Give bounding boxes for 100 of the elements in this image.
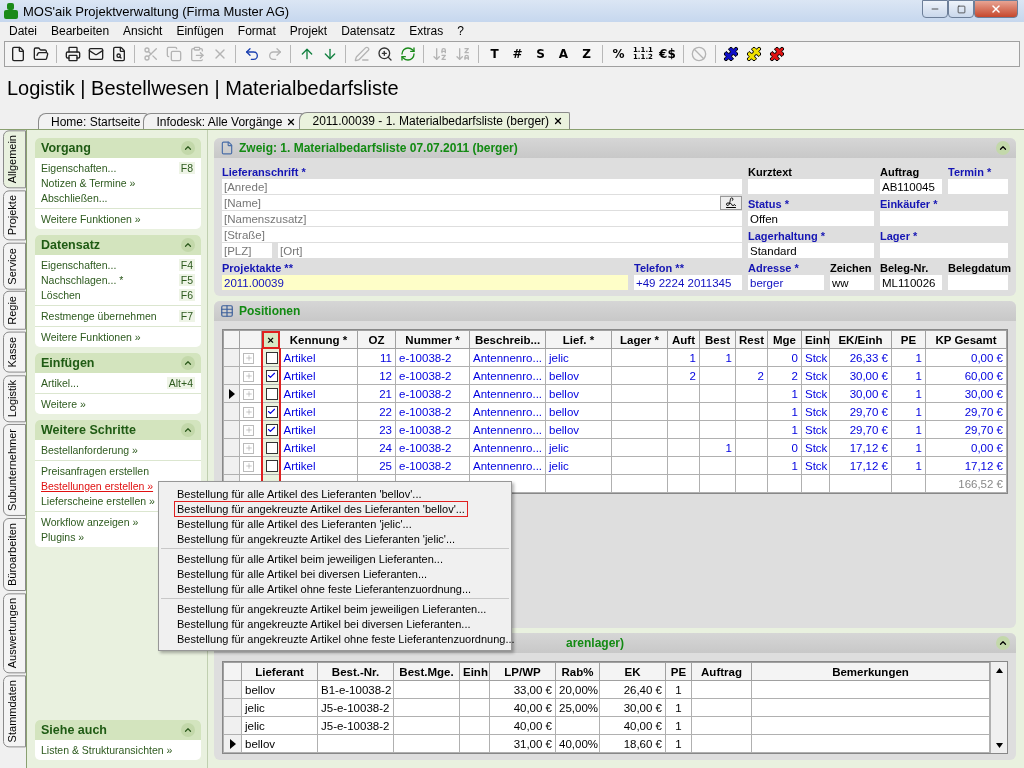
column-header[interactable]: Beschreib... — [469, 330, 546, 349]
column-header[interactable]: PE — [891, 330, 926, 349]
task-link[interactable]: Notizen & Termine » — [41, 177, 136, 189]
checkbox[interactable] — [265, 460, 278, 472]
folder-icon[interactable] — [32, 46, 49, 62]
task-link[interactable]: Bestellanforderung » — [41, 444, 138, 456]
menu-item[interactable]: Bestellung für angekreuzte Artikel beim jeweiligen Lieferanten... — [174, 600, 490, 617]
task-link[interactable]: Eigenschaften... — [41, 162, 117, 174]
text-field[interactable] — [948, 275, 1008, 290]
maximize-button[interactable] — [948, 0, 974, 18]
document-tab[interactable]: 2011.00039 - 1. Materialbedarfsliste (berger) — [299, 112, 571, 129]
checkbox[interactable] — [265, 370, 278, 382]
column-header[interactable]: Rab% — [555, 662, 600, 681]
column-header[interactable]: EK — [599, 662, 666, 681]
checkbox[interactable] — [265, 442, 278, 454]
close-icon[interactable] — [286, 116, 297, 127]
task-link[interactable]: Bestellungen erstellen » — [41, 480, 154, 492]
column-header[interactable]: Mge — [767, 330, 802, 349]
column-header[interactable]: Best — [699, 330, 736, 349]
address-field[interactable]: [Name] — [222, 195, 720, 210]
puzzle-icon[interactable] — [746, 46, 763, 62]
task-link[interactable]: Nachschlagen... * — [41, 274, 124, 286]
scroll-up-icon[interactable] — [995, 667, 1003, 673]
column-header[interactable]: PE — [665, 662, 692, 681]
task-link[interactable]: Löschen — [41, 289, 81, 301]
menu-item[interactable]: Bestellung für alle Artikel des Lieferanten 'jelic'... — [174, 515, 415, 532]
task-link[interactable]: Restmenge übernehmen — [41, 310, 157, 322]
text-field[interactable] — [948, 179, 1008, 194]
text-field[interactable]: 2011.00039 — [222, 275, 628, 290]
side-tab[interactable]: Auswertungen — [3, 592, 26, 674]
document-tab[interactable]: Home: Startseite — [38, 113, 148, 129]
text-field[interactable]: Offen — [748, 211, 874, 226]
signature-button[interactable] — [720, 196, 742, 210]
menu-item[interactable]: Datensatz — [334, 24, 403, 38]
puzzle-icon[interactable] — [723, 46, 740, 62]
toolbar-button[interactable]: Z — [576, 43, 597, 65]
side-tab[interactable]: Allgemein — [3, 130, 26, 189]
task-link[interactable]: Weitere Funktionen » — [41, 331, 141, 343]
column-header[interactable]: LP/WP — [489, 662, 556, 681]
column-header[interactable]: Lieferant — [241, 662, 318, 681]
menu-item[interactable]: Datei — [2, 24, 44, 38]
checkbox[interactable] — [265, 388, 278, 400]
side-tab[interactable]: Stammdaten — [3, 675, 26, 748]
toolbar-button[interactable]: T — [484, 43, 505, 65]
toolbar-button[interactable]: S — [530, 43, 551, 65]
address-field[interactable]: [Anrede] — [222, 179, 742, 194]
column-header[interactable]: KP Gesamt — [925, 330, 1007, 349]
file-icon[interactable] — [9, 46, 26, 62]
menu-item[interactable]: Bestellung für alle Artikel ohne feste Lieferantenzuordnung... — [174, 580, 475, 597]
column-header[interactable]: Best.Mge. — [393, 662, 460, 681]
menu-item[interactable]: ? — [450, 24, 471, 38]
column-header[interactable]: Einh — [801, 330, 830, 349]
column-header[interactable]: Bemerkungen — [751, 662, 990, 681]
file-search-icon[interactable] — [110, 46, 127, 62]
undo-icon[interactable] — [243, 46, 260, 62]
column-header[interactable]: OZ — [357, 330, 396, 349]
task-link[interactable]: Abschließen... — [41, 192, 108, 204]
address-field[interactable]: [PLZ] — [222, 243, 272, 258]
text-field[interactable]: ML110026 — [880, 275, 942, 290]
puzzle-icon[interactable] — [769, 46, 786, 62]
toolbar-button[interactable]: €$ — [656, 43, 678, 65]
text-field[interactable] — [880, 211, 1008, 226]
toolbar-button[interactable]: A — [553, 43, 574, 65]
address-field[interactable]: [Namenszusatz] — [222, 211, 742, 226]
task-link[interactable]: Eigenschaften... — [41, 259, 117, 271]
scroll-down-icon[interactable] — [995, 742, 1003, 748]
task-link[interactable]: Listen & Strukturansichten » — [41, 744, 173, 756]
column-header[interactable]: Kennung * — [279, 330, 358, 349]
task-link[interactable]: Lieferscheine erstellen » — [41, 495, 155, 507]
text-field[interactable] — [880, 243, 1008, 258]
zoom-icon[interactable] — [376, 46, 393, 62]
column-header[interactable]: Lief. * — [545, 330, 612, 349]
menu-item[interactable]: Format — [230, 24, 283, 38]
column-header[interactable]: Auftrag — [691, 662, 752, 681]
checkbox[interactable] — [265, 352, 278, 364]
scrollbar[interactable] — [990, 662, 1007, 753]
checkbox[interactable] — [265, 424, 278, 436]
menu-item[interactable]: Bestellung für alle Artikel bei diversen Lieferanten... — [174, 565, 431, 582]
column-header[interactable]: Lager * — [611, 330, 668, 349]
column-header[interactable]: Nummer * — [395, 330, 470, 349]
task-link[interactable]: Plugins » — [41, 531, 85, 543]
task-link[interactable]: Workflow anzeigen » — [41, 516, 139, 528]
collapse-icon[interactable] — [996, 636, 1010, 650]
collapse-icon[interactable] — [996, 141, 1010, 155]
refresh-icon[interactable] — [399, 46, 416, 62]
side-tab[interactable]: Regie — [3, 291, 26, 331]
side-tab[interactable]: Kasse — [3, 332, 26, 373]
task-link[interactable]: Artikel... — [41, 377, 79, 389]
column-header[interactable]: Einh — [459, 662, 490, 681]
address-field[interactable]: [Ort] — [278, 243, 742, 258]
menu-item[interactable]: Bestellung für angekreuzte Artikel des Lieferanten 'bellov'... — [174, 500, 468, 517]
menu-item[interactable]: Bestellung für angekreuzte Artikel bei diversen Lieferanten... — [174, 615, 474, 632]
text-field[interactable] — [748, 179, 874, 194]
side-tab[interactable]: Projekte — [3, 190, 26, 241]
menu-item[interactable]: Ansicht — [116, 24, 170, 38]
menu-item[interactable]: Bestellung für alle Artikel des Lieferanten 'bellov'... — [174, 485, 425, 502]
address-field[interactable]: [Straße] — [222, 227, 742, 242]
maximize-icon[interactable] — [956, 4, 966, 14]
side-tab[interactable]: Logistik — [3, 374, 26, 422]
text-field[interactable]: berger — [748, 275, 824, 290]
